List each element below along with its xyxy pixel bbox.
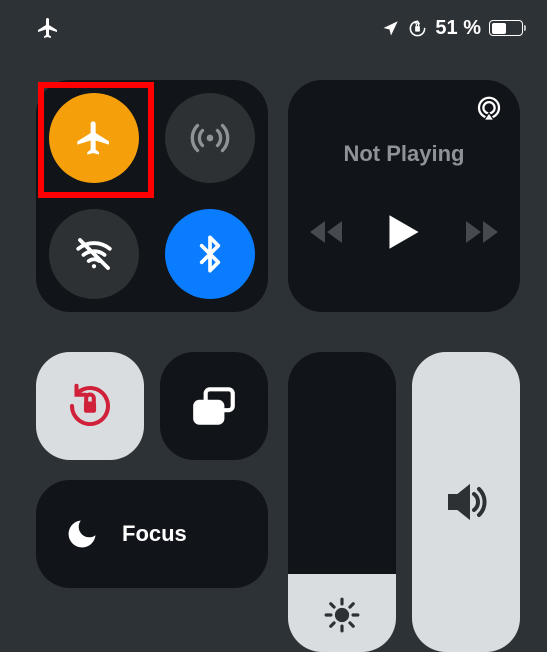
screen-mirroring-icon bbox=[189, 381, 239, 431]
media-title: Not Playing bbox=[343, 141, 464, 167]
airplane-mode-toggle[interactable] bbox=[49, 93, 139, 183]
airplay-button[interactable] bbox=[474, 94, 504, 124]
brightness-fill bbox=[288, 574, 396, 652]
battery-fill bbox=[492, 23, 507, 34]
volume-slider[interactable] bbox=[412, 352, 520, 652]
bluetooth-icon bbox=[190, 234, 230, 274]
battery-icon bbox=[489, 20, 523, 36]
brightness-slider[interactable] bbox=[288, 352, 396, 652]
battery-percent: 51 % bbox=[435, 17, 481, 40]
sun-icon bbox=[323, 596, 361, 634]
wifi-toggle[interactable] bbox=[49, 209, 139, 299]
forward-button[interactable] bbox=[465, 219, 499, 245]
control-center: Not Playing Focus bbox=[36, 80, 527, 636]
location-icon bbox=[382, 19, 400, 37]
bluetooth-toggle[interactable] bbox=[165, 209, 255, 299]
orientation-lock-toggle[interactable] bbox=[36, 352, 144, 460]
antenna-icon bbox=[190, 118, 230, 158]
connectivity-group bbox=[36, 80, 268, 312]
play-button[interactable] bbox=[387, 213, 421, 251]
moon-icon bbox=[64, 516, 100, 552]
rewind-button[interactable] bbox=[309, 219, 343, 245]
orientation-lock-status-icon bbox=[408, 19, 427, 38]
media-transport-controls bbox=[309, 213, 499, 251]
airplane-mode-status-icon bbox=[36, 16, 60, 40]
wifi-off-icon bbox=[73, 233, 115, 275]
media-controls-tile[interactable]: Not Playing bbox=[288, 80, 520, 312]
status-bar: 51 % bbox=[0, 0, 547, 48]
screen-mirroring-button[interactable] bbox=[160, 352, 268, 460]
focus-label: Focus bbox=[122, 521, 187, 547]
airplane-icon bbox=[74, 118, 114, 158]
speaker-icon bbox=[442, 478, 490, 526]
focus-button[interactable]: Focus bbox=[36, 480, 268, 588]
orientation-lock-icon bbox=[63, 379, 117, 433]
status-right: 51 % bbox=[382, 17, 523, 40]
cellular-data-toggle[interactable] bbox=[165, 93, 255, 183]
